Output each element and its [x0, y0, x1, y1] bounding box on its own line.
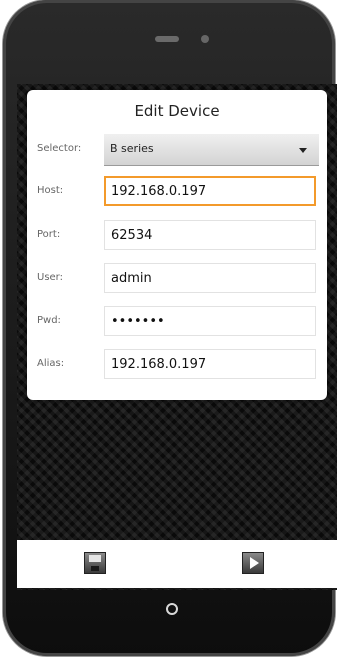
selector-value: B series — [110, 142, 154, 155]
port-input[interactable] — [104, 220, 316, 250]
floppy-disk-icon[interactable] — [84, 552, 106, 574]
user-row: User: — [27, 263, 327, 295]
dialog-title: Edit Device — [134, 102, 220, 120]
play-icon[interactable] — [242, 552, 264, 574]
save-label-area — [89, 555, 101, 562]
save-slot — [91, 566, 99, 571]
password-input[interactable] — [104, 306, 316, 336]
alias-row: Alias: — [27, 349, 327, 381]
phone-frame: Edit Device Selector: B series Host: Por… — [3, 0, 337, 656]
port-label: Port: — [37, 229, 61, 240]
app-screen: Edit Device Selector: B series Host: Por… — [17, 84, 337, 590]
earpiece-speaker — [155, 36, 179, 42]
selector-dropdown[interactable]: B series — [104, 134, 319, 166]
selector-row: Selector: B series — [27, 134, 327, 166]
host-input[interactable] — [104, 176, 316, 206]
user-input[interactable] — [104, 263, 316, 293]
play-triangle — [250, 557, 259, 569]
caret-down-icon — [299, 148, 307, 153]
pwd-label: Pwd: — [37, 315, 61, 326]
selector-label: Selector: — [37, 143, 82, 154]
front-camera — [201, 35, 209, 43]
user-label: User: — [37, 272, 63, 283]
home-button[interactable] — [166, 603, 178, 615]
alias-input[interactable] — [104, 349, 316, 379]
bottom-toolbar — [17, 540, 337, 588]
alias-label: Alias: — [37, 358, 65, 369]
host-label: Host: — [37, 185, 64, 196]
port-row: Port: — [27, 220, 327, 252]
pwd-row: Pwd: — [27, 306, 327, 338]
host-row: Host: — [27, 176, 327, 208]
edit-device-dialog: Edit Device Selector: B series Host: Por… — [27, 90, 327, 400]
